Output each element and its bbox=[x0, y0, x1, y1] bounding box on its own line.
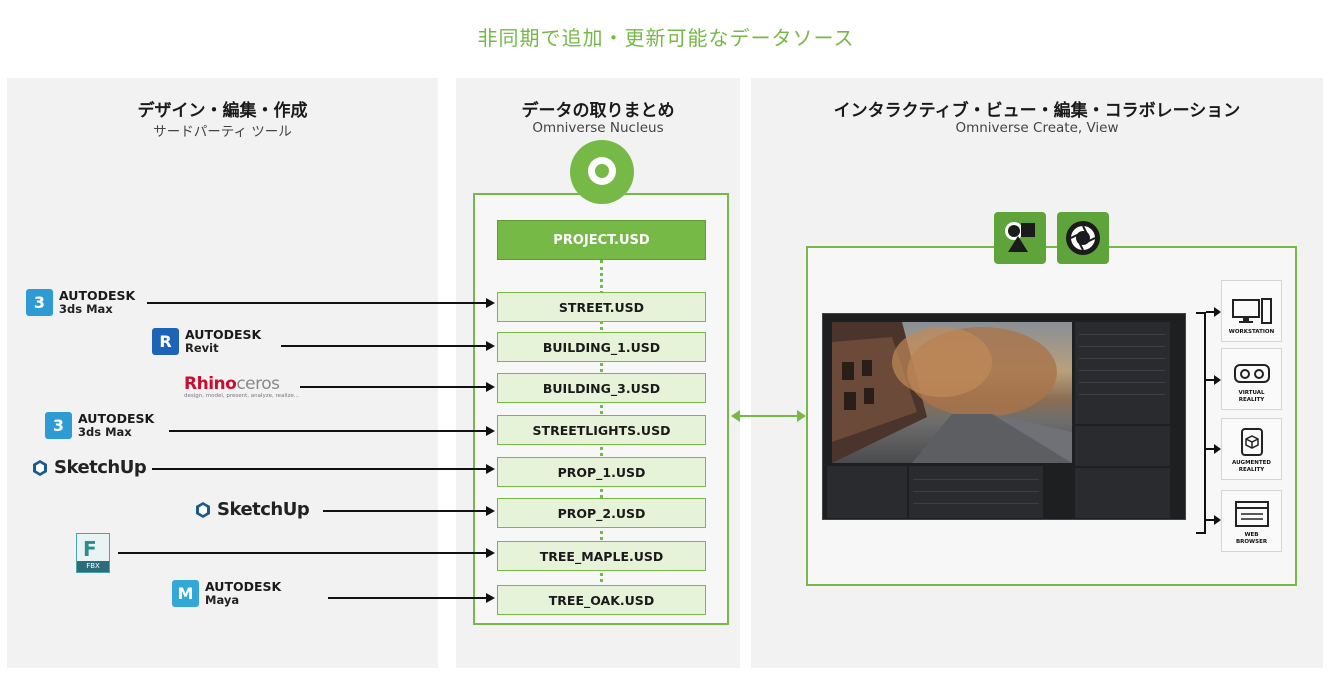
product-label: Maya bbox=[205, 593, 240, 607]
usd-file-tree-maple: TREE_MAPLE.USD bbox=[497, 541, 706, 571]
omniverse-create-icon bbox=[994, 212, 1046, 264]
logo-sketchup-1: SketchUp bbox=[31, 457, 147, 478]
fbx-label: FBX bbox=[77, 561, 109, 572]
logo-rhinoceros: Rhinoceros design, model, present, analy… bbox=[184, 375, 299, 400]
device-label: VIRTUAL REALITY bbox=[1238, 390, 1265, 403]
omniverse-app-screenshot bbox=[822, 313, 1186, 520]
nucleus-create-sync-arrow bbox=[731, 410, 806, 422]
logo-maya: M AUTODESK Maya bbox=[172, 580, 281, 607]
autodesk-label: AUTODESK bbox=[185, 327, 262, 342]
material-panel bbox=[1075, 468, 1170, 518]
device-label: WORKSTATION bbox=[1228, 329, 1275, 335]
right-panel-title: インタラクティブ・ビュー・編集・コラボレーション bbox=[833, 101, 1241, 121]
left-panel-subtitle: サードパーティ ツール bbox=[153, 124, 292, 140]
rhinoceros-wordmark: Rhinoceros bbox=[184, 374, 280, 394]
arrow-sketchup-to-prop-1 bbox=[152, 464, 495, 474]
sketchup-wordmark: SketchUp bbox=[217, 499, 310, 520]
logo-3ds-max-2: 3 AUTODESK 3ds Max bbox=[45, 412, 154, 439]
sketchup-icon bbox=[33, 459, 47, 476]
usd-file-prop-2: PROP_2.USD bbox=[497, 498, 706, 528]
logo-sketchup-2: SketchUp bbox=[194, 499, 310, 520]
rhinoceros-tagline: design, model, present, analyze, realize… bbox=[184, 393, 300, 399]
nucleus-logo-icon bbox=[570, 140, 634, 204]
product-label: 3ds Max bbox=[78, 425, 132, 439]
arrow-maya-to-tree-oak bbox=[328, 593, 495, 603]
middle-panel-subtitle: Omniverse Nucleus bbox=[532, 120, 664, 136]
device-vr: VIRTUAL REALITY bbox=[1221, 348, 1282, 410]
autodesk-label: AUTODESK bbox=[59, 288, 136, 303]
arrow-revit-to-building-1 bbox=[281, 341, 495, 351]
arrow-to-ar bbox=[1206, 444, 1221, 454]
diagram-title: 非同期で追加・更新可能なデータソース bbox=[477, 26, 855, 50]
device-label: WEB BROWSER bbox=[1235, 532, 1268, 545]
arrow-to-workstation bbox=[1206, 307, 1221, 317]
product-label: Revit bbox=[185, 341, 219, 355]
arrow-to-web bbox=[1206, 515, 1221, 525]
content-tree-panel bbox=[827, 466, 907, 518]
arrow-3dsmax-to-street bbox=[147, 298, 495, 308]
vr-headset-icon bbox=[1233, 364, 1270, 383]
sketchup-wordmark: SketchUp bbox=[54, 457, 147, 478]
3ds-max-icon: 3 bbox=[45, 412, 72, 439]
device-ar: AUGMENTED REALITY bbox=[1221, 418, 1282, 480]
logo-3ds-max-1: 3 AUTODESK 3ds Max bbox=[26, 289, 135, 316]
device-label: AUGMENTED REALITY bbox=[1232, 460, 1271, 473]
autodesk-label: AUTODESK bbox=[205, 579, 282, 594]
usd-file-prop-1: PROP_1.USD bbox=[497, 457, 706, 487]
usd-file-building-3: BUILDING_3.USD bbox=[497, 373, 706, 403]
middle-panel-title: データの取りまとめ bbox=[521, 101, 675, 121]
output-bracket bbox=[1196, 312, 1206, 534]
arrow-rhino-to-building-3 bbox=[300, 382, 495, 392]
usd-file-streetlights: STREETLIGHTS.USD bbox=[497, 415, 706, 445]
project-usd-box: PROJECT.USD bbox=[497, 220, 706, 260]
usd-file-building-1: BUILDING_1.USD bbox=[497, 332, 706, 362]
3ds-max-icon: 3 bbox=[26, 289, 53, 316]
revit-icon: R bbox=[152, 328, 179, 355]
workstation-icon bbox=[1231, 298, 1272, 324]
arrow-sketchup-to-prop-2 bbox=[323, 506, 495, 516]
logo-revit: R AUTODESK Revit bbox=[152, 328, 261, 355]
right-panel-subtitle: Omniverse Create, View bbox=[955, 120, 1119, 136]
content-list-panel bbox=[909, 466, 1043, 518]
ar-cube-icon bbox=[1240, 428, 1263, 456]
left-panel-title: デザイン・編集・作成 bbox=[137, 101, 308, 121]
usd-file-tree-oak: TREE_OAK.USD bbox=[497, 585, 706, 615]
autodesk-label: AUTODESK bbox=[78, 411, 155, 426]
arrow-fbx-to-tree-maple bbox=[118, 548, 495, 558]
property-panel bbox=[1075, 426, 1170, 466]
stage-panel bbox=[1075, 322, 1170, 424]
product-label: 3ds Max bbox=[59, 302, 113, 316]
sketchup-icon bbox=[196, 501, 210, 518]
device-web-browser: WEB BROWSER bbox=[1221, 490, 1282, 552]
arrow-3dsmax-to-streetlights bbox=[169, 426, 495, 436]
web-browser-icon bbox=[1234, 501, 1269, 527]
street-render-viewport bbox=[832, 322, 1072, 463]
fbx-file-icon: F FBX bbox=[76, 533, 110, 573]
device-workstation: WORKSTATION bbox=[1221, 280, 1282, 342]
usd-file-street: STREET.USD bbox=[497, 292, 706, 322]
maya-icon: M bbox=[172, 580, 199, 607]
omniverse-view-icon bbox=[1057, 212, 1109, 264]
arrow-to-vr bbox=[1206, 375, 1221, 385]
